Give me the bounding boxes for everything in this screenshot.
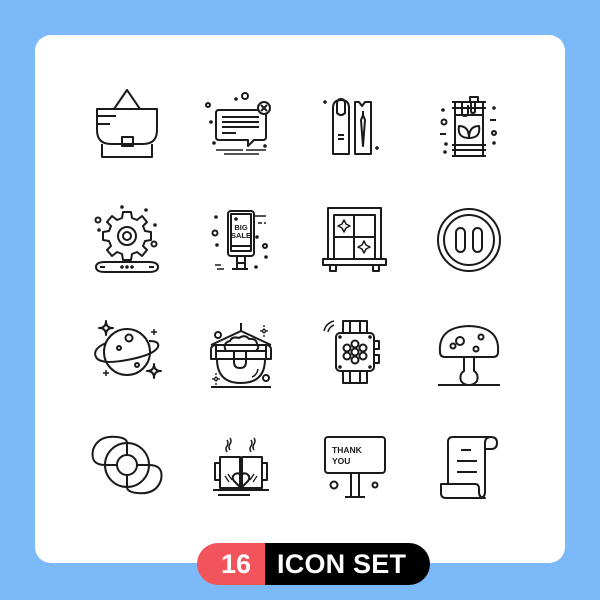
bag-icon (82, 82, 172, 172)
icon-count: 16 (197, 543, 266, 585)
lifebuoy-icon (82, 420, 172, 510)
coffee-cups-love-icon (196, 420, 286, 510)
icon-set-label: ICON SET (265, 543, 431, 585)
eco-barrel-icon (424, 82, 514, 172)
smartwatch-icon (310, 307, 400, 397)
nail-polish-icon (310, 82, 400, 172)
thank-you-board-icon: THANK YOU (310, 420, 400, 510)
icon-count-badge: 16 ICON SET (197, 543, 431, 585)
mushroom-icon (424, 307, 514, 397)
planet-icon (82, 307, 172, 397)
window-icon (310, 195, 400, 285)
gear-wrench-icon (82, 195, 172, 285)
big-sale-text-line2: SALE (231, 231, 251, 240)
thank-you-text-line1: THANK (332, 445, 363, 455)
thank-you-text-line2: YOU (332, 456, 350, 466)
chat-delete-icon (196, 82, 286, 172)
pause-button-icon (424, 195, 514, 285)
scroll-document-icon (424, 420, 514, 510)
big-sale-board-icon: BIG SALE (196, 195, 286, 285)
cauldron-icon (196, 307, 286, 397)
